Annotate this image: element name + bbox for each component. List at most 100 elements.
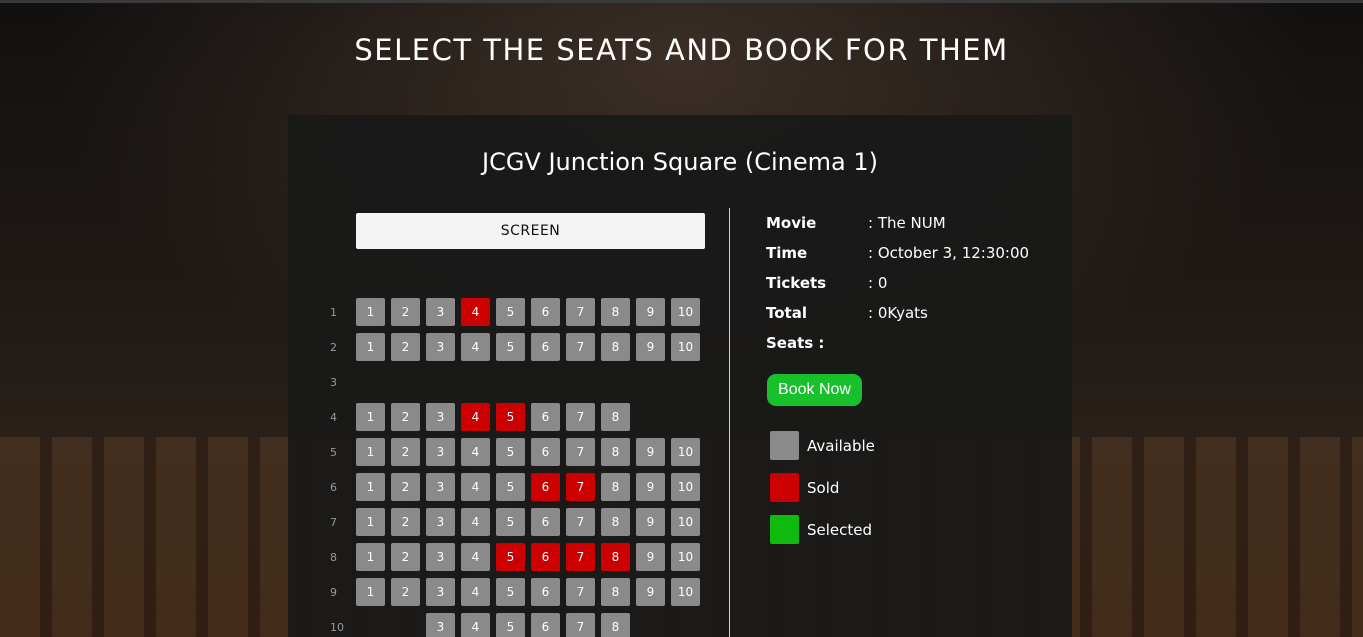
row-label: 2 xyxy=(330,340,337,354)
seat-row: 5 1 2 3 4 5 6 7 8 9 10 xyxy=(324,438,706,466)
seat-available[interactable]: 9 xyxy=(636,438,665,466)
seat-available[interactable]: 1 xyxy=(356,403,385,431)
seat-available[interactable]: 2 xyxy=(391,473,420,501)
seat-available[interactable]: 1 xyxy=(356,578,385,606)
seat-available[interactable]: 7 xyxy=(566,438,595,466)
seat-available[interactable]: 5 xyxy=(496,298,525,326)
seat-available[interactable]: 7 xyxy=(566,403,595,431)
seat-available[interactable]: 5 xyxy=(496,438,525,466)
legend-sold: Sold xyxy=(770,473,839,502)
seat-row: 7 1 2 3 4 5 6 7 8 9 10 xyxy=(324,508,706,536)
seat-available[interactable]: 3 xyxy=(426,543,455,571)
seat-available[interactable]: 1 xyxy=(356,508,385,536)
seat-available[interactable]: 2 xyxy=(391,438,420,466)
row-label: 5 xyxy=(330,445,337,459)
seat-available[interactable]: 4 xyxy=(461,543,490,571)
screen-indicator: SCREEN xyxy=(356,213,705,249)
seat-available[interactable]: 5 xyxy=(496,473,525,501)
seat-available[interactable]: 5 xyxy=(496,508,525,536)
seat-available[interactable]: 10 xyxy=(671,438,700,466)
seat-available[interactable]: 8 xyxy=(601,473,630,501)
seat-available[interactable]: 8 xyxy=(601,438,630,466)
seat-available[interactable]: 9 xyxy=(636,543,665,571)
seat-available[interactable]: 3 xyxy=(426,298,455,326)
row-label: 7 xyxy=(330,515,337,529)
seat-available[interactable]: 9 xyxy=(636,333,665,361)
seat-available[interactable]: 4 xyxy=(461,473,490,501)
seat-available[interactable]: 5 xyxy=(496,333,525,361)
seat-sold: 6 xyxy=(531,543,560,571)
cinema-title: JCGV Junction Square (Cinema 1) xyxy=(481,148,878,176)
seat-available[interactable]: 3 xyxy=(426,508,455,536)
seat-available[interactable]: 10 xyxy=(671,578,700,606)
seat-available[interactable]: 8 xyxy=(601,298,630,326)
seat-sold: 4 xyxy=(461,403,490,431)
tickets-label: Tickets xyxy=(766,274,827,292)
page-title: SELECT THE SEATS AND BOOK FOR THEM xyxy=(354,33,1009,67)
seat-sold: 5 xyxy=(496,543,525,571)
seat-available[interactable]: 3 xyxy=(426,613,455,637)
seat-available[interactable]: 2 xyxy=(391,403,420,431)
seat-available[interactable]: 6 xyxy=(531,508,560,536)
legend-selected-label: Selected xyxy=(807,520,873,539)
seat-row: 2 1 2 3 4 5 6 7 8 9 10 xyxy=(324,333,706,361)
seat-available[interactable]: 6 xyxy=(531,438,560,466)
seat-available[interactable]: 1 xyxy=(356,473,385,501)
seat-available[interactable]: 3 xyxy=(426,578,455,606)
time-value: : October 3, 12:30:00 xyxy=(868,244,1030,262)
seat-available[interactable]: 2 xyxy=(391,333,420,361)
seat-available[interactable]: 10 xyxy=(671,508,700,536)
seat-available[interactable]: 10 xyxy=(671,333,700,361)
seat-available[interactable]: 2 xyxy=(391,508,420,536)
seat-row: 8 1 2 3 4 5 6 7 8 9 10 xyxy=(324,543,706,571)
seat-available[interactable]: 8 xyxy=(601,403,630,431)
seat-available[interactable]: 8 xyxy=(601,613,630,637)
seat-row: 6 1 2 3 4 5 6 7 8 9 10 xyxy=(324,473,706,501)
seat-available[interactable]: 1 xyxy=(356,333,385,361)
seat-sold: 5 xyxy=(496,403,525,431)
seat-available[interactable]: 9 xyxy=(636,298,665,326)
seat-sold: 8 xyxy=(601,543,630,571)
book-now-button[interactable]: Book Now xyxy=(767,374,862,406)
seat-available[interactable]: 9 xyxy=(636,578,665,606)
seat-available[interactable]: 4 xyxy=(461,508,490,536)
seat-available[interactable]: 8 xyxy=(601,508,630,536)
seat-available[interactable]: 7 xyxy=(566,508,595,536)
seat-available[interactable]: 4 xyxy=(461,578,490,606)
seat-available[interactable]: 2 xyxy=(391,578,420,606)
seat-available[interactable]: 7 xyxy=(566,298,595,326)
seat-available[interactable]: 8 xyxy=(601,333,630,361)
seat-available[interactable]: 6 xyxy=(531,333,560,361)
row-label: 3 xyxy=(330,375,337,389)
seat-available[interactable]: 9 xyxy=(636,473,665,501)
seat-available[interactable]: 1 xyxy=(356,438,385,466)
seat-available[interactable]: 8 xyxy=(601,578,630,606)
seat-available[interactable]: 6 xyxy=(531,298,560,326)
seat-available[interactable]: 1 xyxy=(356,543,385,571)
seat-available[interactable]: 3 xyxy=(426,333,455,361)
seat-available[interactable]: 4 xyxy=(461,333,490,361)
seat-available[interactable]: 7 xyxy=(566,578,595,606)
seat-available[interactable]: 10 xyxy=(671,473,700,501)
seat-available[interactable]: 10 xyxy=(671,543,700,571)
seat-available[interactable]: 5 xyxy=(496,578,525,606)
seat-available[interactable]: 4 xyxy=(461,438,490,466)
seat-available[interactable]: 3 xyxy=(426,403,455,431)
seat-available[interactable]: 9 xyxy=(636,508,665,536)
seat-available[interactable]: 6 xyxy=(531,613,560,637)
row-label: 8 xyxy=(330,550,337,564)
seat-available[interactable]: 2 xyxy=(391,543,420,571)
seat-available[interactable]: 2 xyxy=(391,298,420,326)
seat-sold: 7 xyxy=(566,473,595,501)
seat-available[interactable]: 1 xyxy=(356,298,385,326)
seat-available[interactable]: 3 xyxy=(426,438,455,466)
seat-available[interactable]: 10 xyxy=(671,298,700,326)
seat-available[interactable]: 5 xyxy=(496,613,525,637)
seat-available[interactable]: 4 xyxy=(461,613,490,637)
seat-available[interactable]: 7 xyxy=(566,613,595,637)
seat-available[interactable]: 3 xyxy=(426,473,455,501)
seat-available[interactable]: 6 xyxy=(531,403,560,431)
seat-available[interactable]: 6 xyxy=(531,578,560,606)
seat-sold: 4 xyxy=(461,298,490,326)
seat-available[interactable]: 7 xyxy=(566,333,595,361)
